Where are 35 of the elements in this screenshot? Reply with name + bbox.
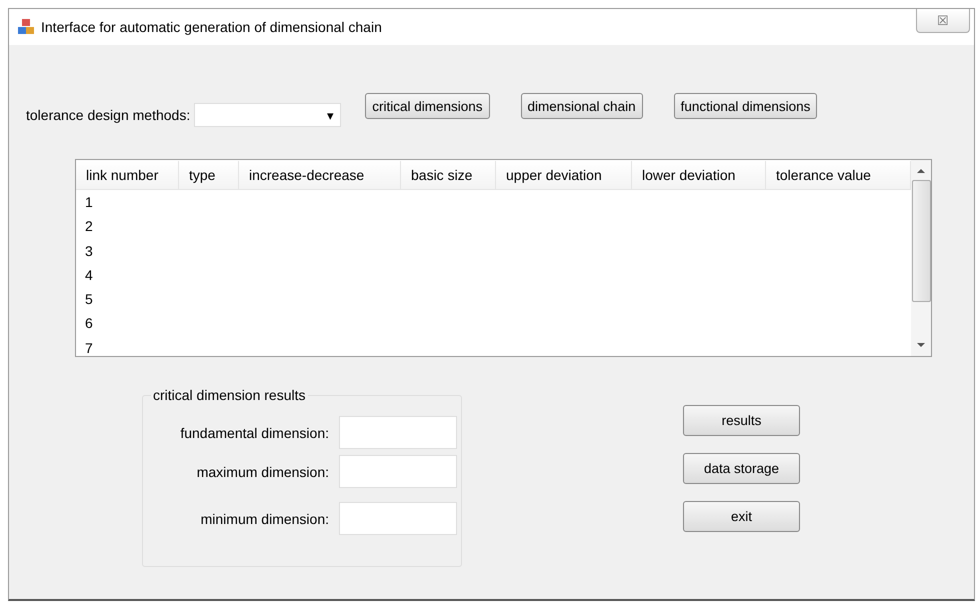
table-cell: 6 (85, 315, 93, 332)
input-field[interactable] (339, 416, 457, 449)
table-cell: 2 (85, 218, 93, 234)
table-cell: 1 (85, 194, 93, 210)
action-button[interactable]: data storage (683, 453, 800, 484)
column-header[interactable]: link number (76, 161, 179, 189)
field-label: fundamental dimension: (180, 424, 329, 440)
scroll-thumb[interactable] (912, 180, 930, 302)
input-field[interactable] (339, 502, 457, 535)
method-label: tolerance design methods: (26, 107, 190, 123)
action-button[interactable]: critical dimensions (365, 93, 490, 119)
field-label: minimum dimension: (200, 510, 329, 526)
field-label: maximum dimension: (196, 464, 329, 480)
column-header[interactable]: type (179, 161, 239, 189)
scrollbar[interactable] (911, 160, 931, 356)
method-dropdown[interactable]: ▾ (194, 103, 342, 127)
table-cell: 5 (85, 291, 93, 308)
table-cell: 4 (85, 266, 93, 283)
window-title: Interface for automatic generation of dimensional chain (41, 19, 382, 35)
cubes-icon (17, 18, 35, 36)
scroll-up-icon[interactable] (917, 168, 925, 174)
table-cell: 7 (85, 340, 93, 356)
column-header[interactable]: lower deviation (632, 161, 766, 189)
column-header[interactable]: increase-decrease (239, 161, 401, 189)
column-header[interactable]: basic size (401, 161, 496, 189)
action-button[interactable]: exit (683, 501, 800, 532)
close-button[interactable]: ☒ (916, 9, 970, 33)
scroll-down-icon[interactable] (917, 342, 925, 348)
action-button[interactable]: functional dimensions (674, 93, 818, 119)
input-field[interactable] (339, 455, 457, 488)
group-title: critical dimension results (151, 387, 308, 403)
action-button[interactable]: dimensional chain (520, 93, 643, 119)
column-header[interactable]: upper deviation (496, 161, 632, 189)
table-cell: 3 (85, 242, 93, 259)
action-button[interactable]: results (683, 405, 800, 436)
